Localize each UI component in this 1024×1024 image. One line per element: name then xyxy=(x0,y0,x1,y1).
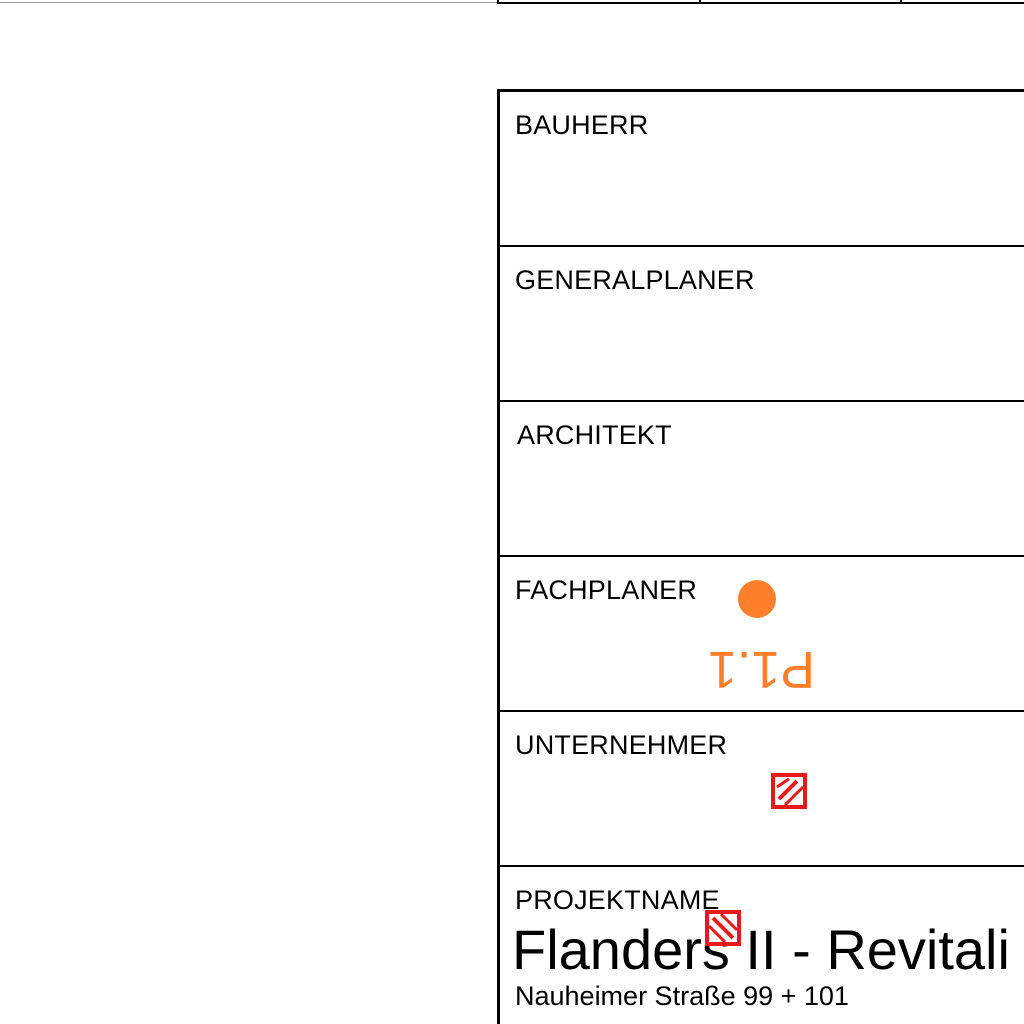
row-fachplaner: FACHPLANER P1.1 xyxy=(500,557,1024,712)
label-fachplaner: FACHPLANER xyxy=(515,575,698,605)
hatch-marker-icon[interactable] xyxy=(771,773,807,809)
top-table-divider xyxy=(900,0,902,2)
title-block: BAUHERR GENERALPLANER ARCHITEKT FACHPLAN… xyxy=(497,89,1024,1024)
row-projektname: PROJEKTNAME Flanders II - Revitali Nauhe… xyxy=(500,867,1024,1024)
label-unternehmer: UNTERNEHMER xyxy=(515,730,728,760)
hatch-marker-icon[interactable] xyxy=(705,910,741,946)
label-generalplaner: GENERALPLANER xyxy=(515,265,755,295)
row-generalplaner: GENERALPLANER xyxy=(500,247,1024,402)
project-name: Flanders II - Revitali xyxy=(512,918,1010,981)
project-address: Nauheimer Straße 99 + 101 xyxy=(515,981,849,1011)
drawing-sheet: BAUHERR GENERALPLANER ARCHITEKT FACHPLAN… xyxy=(0,0,1024,1024)
top-table-divider xyxy=(699,0,701,2)
top-table-edge xyxy=(497,0,1024,4)
orange-dot-marker[interactable] xyxy=(738,580,776,618)
row-bauherr: BAUHERR xyxy=(500,92,1024,247)
label-bauherr: BAUHERR xyxy=(515,110,649,140)
top-border-line xyxy=(0,2,498,3)
fachplaner-tag-marker[interactable]: P1.1 xyxy=(708,640,815,698)
row-architekt: ARCHITEKT xyxy=(500,402,1024,557)
label-projektname: PROJEKTNAME xyxy=(515,885,720,915)
label-architekt: ARCHITEKT xyxy=(517,420,672,450)
row-unternehmer: UNTERNEHMER xyxy=(500,712,1024,867)
